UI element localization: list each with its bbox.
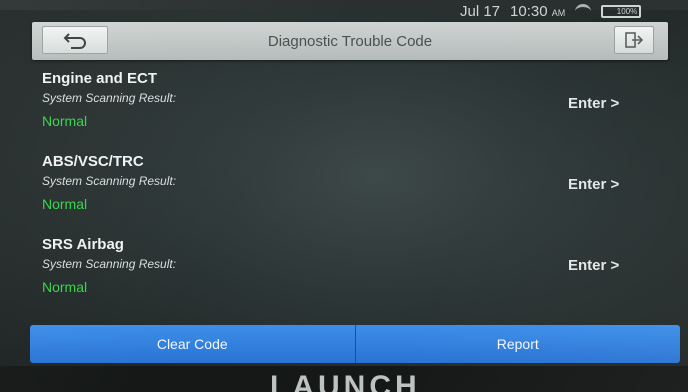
battery-icon: 100% (601, 4, 642, 18)
back-button[interactable] (42, 26, 108, 54)
system-result-label: System Scanning Result: (42, 257, 177, 271)
system-item-srs[interactable]: SRS Airbag System Scanning Result: Norma… (42, 236, 176, 296)
system-result-label: System Scanning Result: (42, 91, 177, 105)
action-bar: Clear Code Report (30, 325, 680, 363)
exit-button[interactable] (614, 26, 654, 54)
status-time: 10:30 AM (510, 3, 565, 20)
report-button[interactable]: Report (355, 325, 680, 363)
system-item-engine[interactable]: Engine and ECT System Scanning Result: N… (42, 70, 176, 130)
system-status: Normal (42, 279, 88, 295)
system-result-label: System Scanning Result: (42, 174, 177, 188)
status-ampm: AM (551, 7, 566, 18)
system-name: SRS Airbag (42, 236, 124, 253)
device-brand-logo: LAUNCH (270, 370, 421, 392)
status-date: Jul 17 (460, 2, 501, 20)
system-status: Normal (42, 196, 88, 212)
system-name: ABS/VSC/TRC (42, 153, 144, 170)
enter-button-srs[interactable]: Enter > (568, 257, 619, 274)
exit-icon (625, 32, 644, 48)
title-bar: Diagnostic Trouble Code (32, 22, 668, 60)
back-arrow-icon (63, 33, 86, 49)
page-title: Diagnostic Trouble Code (267, 32, 433, 50)
enter-button-engine[interactable]: Enter > (568, 95, 619, 112)
device-screen: Jul 17 10:30 AM 100% Diagnostic Trouble … (0, 0, 688, 392)
wifi-icon (575, 3, 592, 19)
battery-level: 100% (616, 6, 638, 16)
enter-button-abs[interactable]: Enter > (568, 176, 619, 193)
status-time-value: 10:30 (510, 2, 548, 20)
system-item-abs[interactable]: ABS/VSC/TRC System Scanning Result: Norm… (42, 153, 176, 213)
system-status: Normal (42, 113, 88, 129)
clear-code-button[interactable]: Clear Code (30, 325, 356, 363)
system-name: Engine and ECT (42, 70, 158, 87)
status-bar: Jul 17 10:30 AM 100% (460, 0, 642, 22)
